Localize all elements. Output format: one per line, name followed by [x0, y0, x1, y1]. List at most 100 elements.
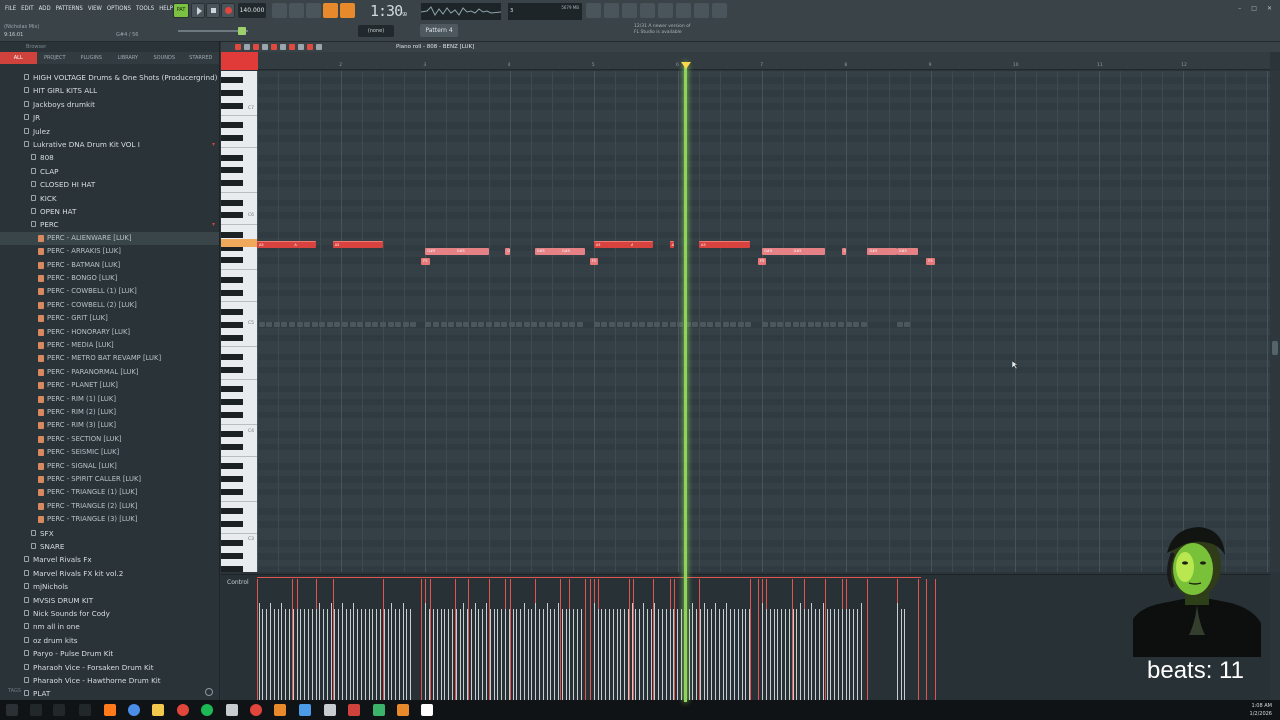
midi-note[interactable]: G#5	[842, 248, 847, 255]
midi-note[interactable]: A5	[292, 241, 297, 248]
browser-folder[interactable]: PERC ▾	[0, 218, 219, 231]
black-key[interactable]	[221, 231, 243, 238]
browser-folder[interactable]: 808	[0, 151, 219, 164]
app-icon-4[interactable]	[348, 704, 360, 716]
note-grid[interactable]: A5A5A5G#5G#5G#5F5G#5G#5F5A5A5A5A5G#5G#5G…	[257, 71, 1270, 572]
zoom-icon[interactable]	[307, 44, 313, 50]
save-icon[interactable]	[658, 3, 673, 18]
midi-note[interactable]: F5	[757, 258, 767, 265]
playlist-icon[interactable]	[640, 3, 655, 18]
channel-rack-icon[interactable]	[694, 3, 709, 18]
browser-file[interactable]: PERC - PARANORMAL [LUK]	[0, 366, 219, 379]
browser-file[interactable]: PERC - PLANET [LUK]	[0, 379, 219, 392]
midi-note[interactable]: A5	[699, 241, 750, 248]
velocity-bar-note[interactable]	[629, 579, 631, 701]
playhead[interactable]	[684, 62, 687, 702]
app-icon-7[interactable]	[421, 704, 433, 716]
midi-note[interactable]: A5	[629, 241, 634, 248]
browser-file[interactable]: PERC - ARRAKIS [LUK]	[0, 245, 219, 258]
menu-file[interactable]: FILE	[4, 5, 17, 12]
browser-folder[interactable]: Lukrative DNA Drum Kit VOL I ▾	[0, 138, 219, 151]
browser-file[interactable]: PERC - TRIANGLE (2) [LUK]	[0, 500, 219, 513]
update-notice[interactable]: 12/31 A newer version of FL Studio is av…	[634, 24, 720, 36]
maximize-icon[interactable]: □	[1251, 5, 1257, 12]
loop-record-icon[interactable]	[340, 3, 355, 18]
black-key[interactable]	[221, 308, 243, 315]
record-button[interactable]	[221, 3, 235, 18]
search-taskbar-icon[interactable]	[30, 704, 42, 716]
cut-icon[interactable]	[604, 3, 619, 18]
black-key[interactable]	[221, 77, 243, 84]
browser-tab-library[interactable]: LIBRARY	[110, 52, 147, 64]
browser-folder[interactable]: CLAP	[0, 165, 219, 178]
black-key[interactable]	[221, 334, 243, 341]
black-key[interactable]	[221, 566, 243, 572]
tempo-display[interactable]: 140.000	[238, 3, 266, 18]
black-key[interactable]	[221, 508, 243, 515]
stop-button[interactable]	[206, 3, 220, 18]
metronome-icon[interactable]	[272, 3, 287, 18]
browser-file[interactable]: PERC - COWBELL (2) [LUK]	[0, 299, 219, 312]
select-icon[interactable]	[298, 44, 304, 50]
browser-folder[interactable]: Julez	[0, 125, 219, 138]
browser-folder[interactable]: SNARE	[0, 540, 219, 553]
browser-folder[interactable]: Pharaoh Vice - Forsaken Drum Kit	[0, 661, 219, 674]
browser-file[interactable]: PERC - SEISMIC [LUK]	[0, 446, 219, 459]
browser-file[interactable]: PERC - METRO BAT REVAMP [LUK]	[0, 352, 219, 365]
black-key[interactable]	[221, 90, 243, 97]
delete-icon[interactable]	[271, 44, 277, 50]
velocity-bar-note[interactable]	[589, 579, 591, 701]
mixer-icon[interactable]	[676, 3, 691, 18]
black-key[interactable]	[221, 103, 243, 110]
midi-note[interactable]: A5	[669, 241, 674, 248]
browser-folder[interactable]: oz drum kits	[0, 634, 219, 647]
browser-folder[interactable]: MVSIS DRUM KIT	[0, 594, 219, 607]
midi-note[interactable]: G#5	[505, 248, 510, 255]
control-lane-label[interactable]: Control	[227, 579, 249, 586]
pattern-song-toggle[interactable]: PAT	[173, 3, 189, 18]
microphone-icon[interactable]	[622, 3, 637, 18]
browser-file[interactable]: PERC - SIGNAL [LUK]	[0, 460, 219, 473]
tool-menu-icon[interactable]	[235, 44, 241, 50]
plugin-database-icon[interactable]	[712, 3, 727, 18]
menu-edit[interactable]: EDIT	[20, 5, 34, 12]
playhead-marker[interactable]	[681, 62, 691, 69]
midi-note[interactable]: F5	[589, 258, 598, 265]
opera-icon[interactable]	[250, 704, 262, 716]
piano-keyboard[interactable]: C7 C6 C5 C4 C3	[221, 71, 257, 572]
app-icon-2[interactable]	[299, 704, 311, 716]
browser-folder[interactable]: Marvel Rivals FX kit vol.2	[0, 567, 219, 580]
browser-file[interactable]: PERC - BONGO [LUK]	[0, 272, 219, 285]
browser-folder[interactable]: JR	[0, 111, 219, 124]
black-key[interactable]	[221, 463, 243, 470]
velocity-bars[interactable]	[257, 575, 1270, 701]
undo-icon[interactable]	[586, 3, 601, 18]
slice-icon[interactable]	[289, 44, 295, 50]
paint-icon[interactable]	[262, 44, 268, 50]
app-icon-3[interactable]	[324, 704, 336, 716]
playback-icon[interactable]	[316, 44, 322, 50]
browser-folder[interactable]: SFX	[0, 527, 219, 540]
browser-tags[interactable]: TAGS	[8, 688, 21, 694]
event-editor-lane[interactable]: Control	[221, 574, 1270, 701]
browser-file[interactable]: PERC - COWBELL (1) [LUK]	[0, 285, 219, 298]
black-key[interactable]	[221, 135, 243, 142]
black-key[interactable]	[221, 366, 243, 373]
black-key[interactable]	[221, 411, 243, 418]
browser-file[interactable]: PERC - SPIRIT CALLER [LUK]	[0, 473, 219, 486]
browser-folder[interactable]: HIGH VOLTAGE Drums & One Shots (Producer…	[0, 71, 219, 84]
master-volume-slider[interactable]	[178, 27, 248, 35]
fl-studio-icon[interactable]	[274, 704, 286, 716]
velocity-bar-note[interactable]	[757, 579, 759, 701]
menu-patterns[interactable]: PATTERNS	[55, 5, 84, 12]
velocity-bar-note[interactable]	[926, 579, 928, 701]
midi-note[interactable]: G#5	[560, 248, 586, 255]
browser-tab-all[interactable]: ALL	[0, 52, 37, 64]
midi-note[interactable]: G#5	[791, 248, 826, 255]
black-key[interactable]	[221, 386, 243, 393]
browser-tab-plugins[interactable]: PLUGINS	[73, 52, 110, 64]
menu-tools[interactable]: TOOLS	[135, 5, 155, 12]
black-key[interactable]	[221, 521, 243, 528]
menu-options[interactable]: OPTIONS	[106, 5, 132, 12]
settings-icon[interactable]	[79, 704, 91, 716]
